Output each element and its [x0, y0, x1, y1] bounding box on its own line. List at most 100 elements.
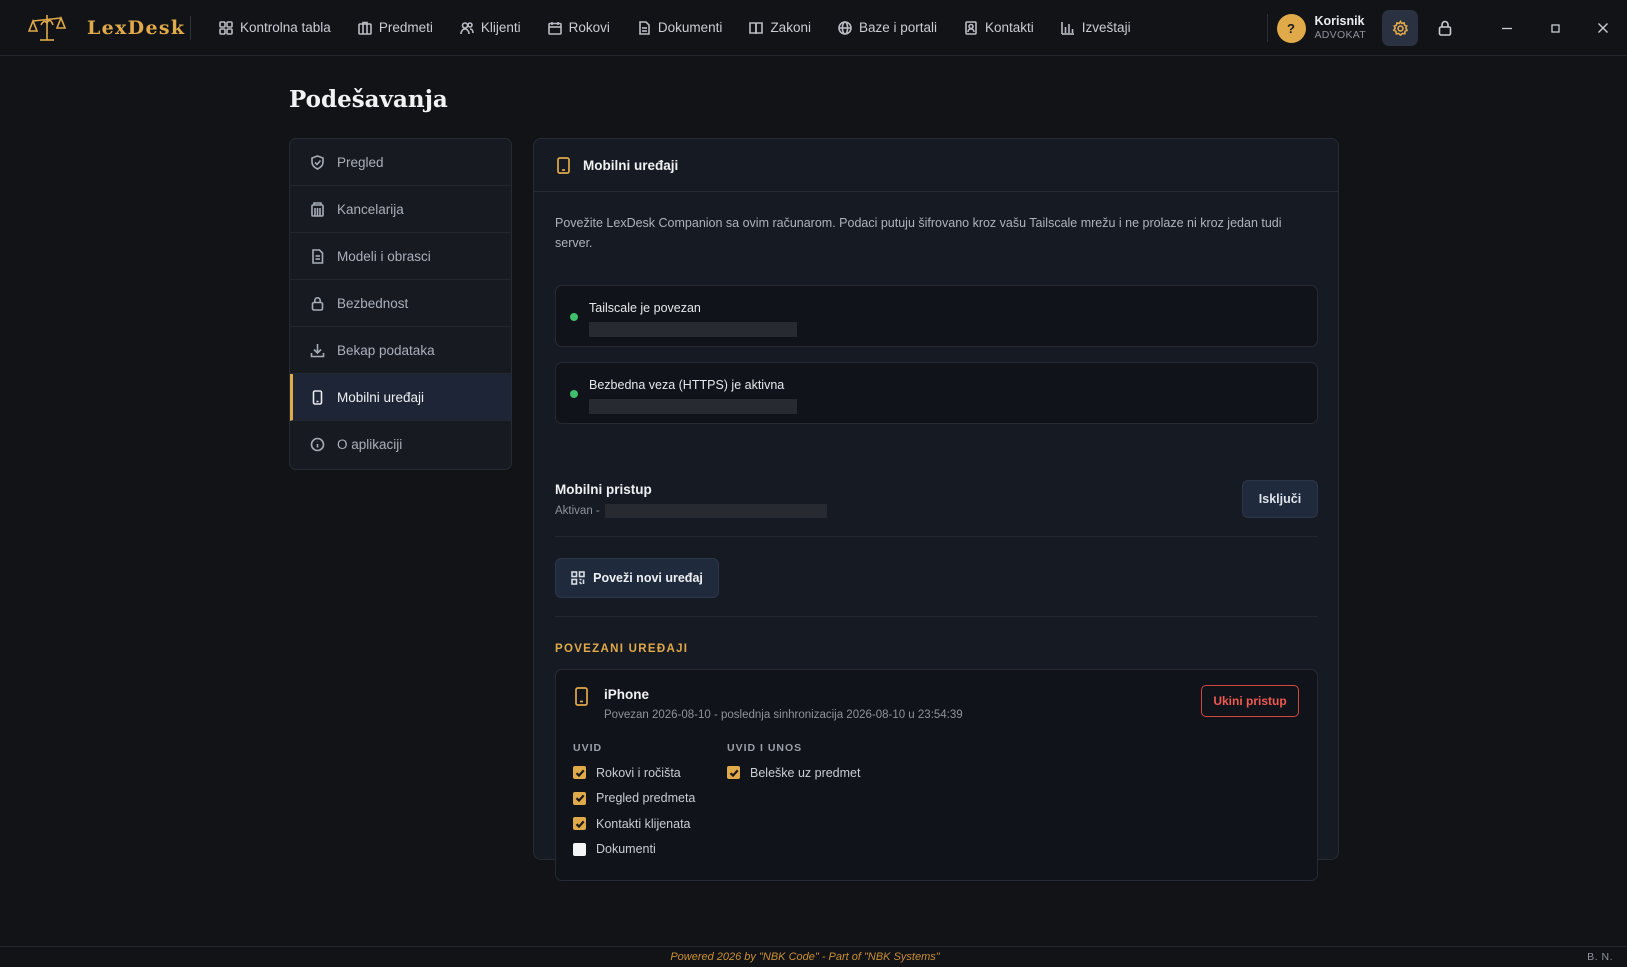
nav-item-cases[interactable]: Predmeti [358, 20, 433, 35]
nav-item-contacts[interactable]: Kontakti [964, 20, 1034, 35]
gear-icon [1392, 19, 1408, 36]
card-description: Povežite LexDesk Companion sa ovim račun… [555, 216, 1282, 250]
settings-button[interactable] [1382, 10, 1418, 46]
sidebar-item-label: Bekap podataka [337, 342, 435, 358]
status-label: Bezbedna veza (HTTPS) je aktivna [589, 378, 785, 392]
permissions-edit-group: UVID I UNOS Beleške uz predmet [727, 742, 860, 786]
globe-icon [838, 20, 852, 35]
minimize-icon [1502, 27, 1512, 30]
user-role: ADVOKAT [1314, 29, 1366, 42]
sidebar-item-label: Pregled [337, 154, 384, 170]
nav-label: Zakoni [770, 20, 811, 35]
document-icon [639, 20, 650, 35]
device-card-iphone: iPhone Povezan 2026-08-10 - poslednja si… [555, 669, 1318, 881]
revoke-access-button[interactable]: Ukini pristup [1201, 685, 1299, 717]
permission-item[interactable]: Beleške uz predmet [727, 760, 860, 786]
lock-app-button[interactable] [1427, 10, 1463, 46]
permission-item[interactable]: Pregled predmeta [573, 786, 695, 812]
sidebar-item-about[interactable]: O aplikaciji [290, 421, 511, 468]
disable-mobile-access-button[interactable]: Isključi [1242, 480, 1318, 518]
nav-item-laws[interactable]: Zakoni [749, 20, 811, 35]
nav-label: Klijenti [480, 20, 521, 35]
nav-item-reports[interactable]: Izveštaji [1060, 20, 1131, 35]
connect-new-device-label: Poveži novi uređaj [593, 571, 703, 585]
top-right-area: ? Korisnik ADVOKAT [1266, 0, 1627, 56]
main-nav: Kontrolna tabla Predmeti Klijenti Rokovi… [219, 0, 1158, 55]
top-bar: LexDesk Kontrolna tabla Predmeti Klijent… [0, 0, 1627, 56]
phone-icon [312, 389, 323, 405]
permission-item[interactable]: Dokumenti [573, 837, 695, 863]
checkbox-checked[interactable] [573, 791, 586, 805]
status-https: Bezbedna veza (HTTPS) je aktivna [555, 362, 1318, 424]
nav-label: Kontrolna tabla [240, 20, 331, 35]
checkbox-unchecked[interactable] [573, 842, 586, 856]
nav-label: Izveštaji [1081, 20, 1131, 35]
close-button[interactable] [1579, 0, 1627, 56]
sidebar-item-templates[interactable]: Modeli i obrasci [290, 233, 511, 280]
permission-item[interactable]: Kontakti klijenata [573, 811, 695, 837]
permission-label: Beleške uz predmet [750, 765, 861, 780]
shield-icon [311, 154, 324, 170]
user-name: Korisnik [1314, 13, 1365, 28]
connect-new-device-button[interactable]: Poveži novi uređaj [555, 558, 719, 598]
sidebar-item-label: Modeli i obrasci [337, 248, 431, 264]
download-icon [310, 343, 325, 357]
permission-item[interactable]: Rokovi i ročišta [573, 760, 695, 786]
scales-of-justice-icon [28, 14, 66, 41]
logo-divider [190, 15, 191, 40]
checkmark-icon [729, 769, 739, 777]
redacted-value [605, 504, 827, 518]
lock-icon [1438, 20, 1452, 36]
permission-label: Dokumenti [596, 842, 656, 857]
settings-sidebar: Pregled Kancelarija Modeli i obrasci Bez… [289, 138, 512, 470]
checkbox-checked[interactable] [573, 817, 586, 831]
mobile-access-title: Mobilni pristup [555, 482, 652, 497]
nav-label: Rokovi [568, 20, 610, 35]
permissions-view-heading: UVID [573, 742, 603, 754]
mobile-devices-card: Mobilni uređaji Povežite LexDesk Compani… [533, 138, 1339, 881]
card-title: Mobilni uređaji [583, 157, 679, 173]
status-label: Tailscale je povezan [589, 301, 701, 315]
permissions-view-group: UVID Rokovi i ročišta Pregled predmeta K… [573, 742, 695, 862]
sidebar-item-office[interactable]: Kancelarija [290, 186, 511, 233]
file-icon [312, 248, 324, 264]
nav-label: Baze i portali [858, 20, 938, 35]
user-info[interactable]: Korisnik ADVOKAT [1315, 14, 1367, 43]
qr-code-icon [571, 571, 585, 585]
dashboard-icon [219, 20, 233, 35]
checkmark-icon [575, 820, 585, 828]
nav-label: Kontakti [985, 20, 1034, 35]
mobile-access-status: Aktivan - [555, 505, 600, 517]
app-logo[interactable]: LexDesk [0, 0, 190, 55]
close-icon [1598, 23, 1608, 33]
top-right-divider [1266, 14, 1268, 42]
checkmark-icon [575, 769, 585, 777]
minimize-button[interactable] [1483, 0, 1531, 56]
checkbox-checked[interactable] [727, 766, 740, 780]
redacted-value [589, 399, 797, 414]
device-sync-info: Povezan 2026-08-10 - poslednja sinhroniz… [604, 709, 963, 721]
building-icon [311, 201, 324, 217]
divider [555, 616, 1318, 617]
briefcase-icon [358, 21, 372, 35]
sidebar-item-backup[interactable]: Bekap podataka [290, 327, 511, 374]
nav-item-deadlines[interactable]: Rokovi [547, 20, 610, 35]
avatar[interactable]: ? [1276, 13, 1306, 43]
status-dot [570, 390, 578, 398]
bar-chart-icon [1060, 21, 1074, 35]
checkbox-checked[interactable] [573, 766, 586, 780]
nav-label: Dokumenti [657, 20, 723, 35]
nav-item-databases[interactable]: Baze i portali [838, 20, 937, 35]
maximize-button[interactable] [1531, 0, 1579, 56]
nav-item-clients[interactable]: Klijenti [460, 20, 521, 35]
sidebar-item-mobile-devices[interactable]: Mobilni uređaji [290, 374, 511, 421]
sidebar-item-label: O aplikaciji [337, 437, 403, 452]
sidebar-item-security[interactable]: Bezbednost [290, 280, 511, 327]
footer-credits: Powered 2026 by "NBK Code" - Part of "NB… [670, 951, 940, 963]
nav-item-dashboard[interactable]: Kontrolna tabla [219, 20, 331, 35]
card-header: Mobilni uređaji [534, 139, 1338, 192]
nav-item-documents[interactable]: Dokumenti [637, 20, 723, 35]
sidebar-item-overview[interactable]: Pregled [290, 139, 511, 186]
footer: Powered 2026 by "NBK Code" - Part of "NB… [0, 946, 1627, 967]
permissions-edit-heading: UVID I UNOS [727, 742, 803, 754]
